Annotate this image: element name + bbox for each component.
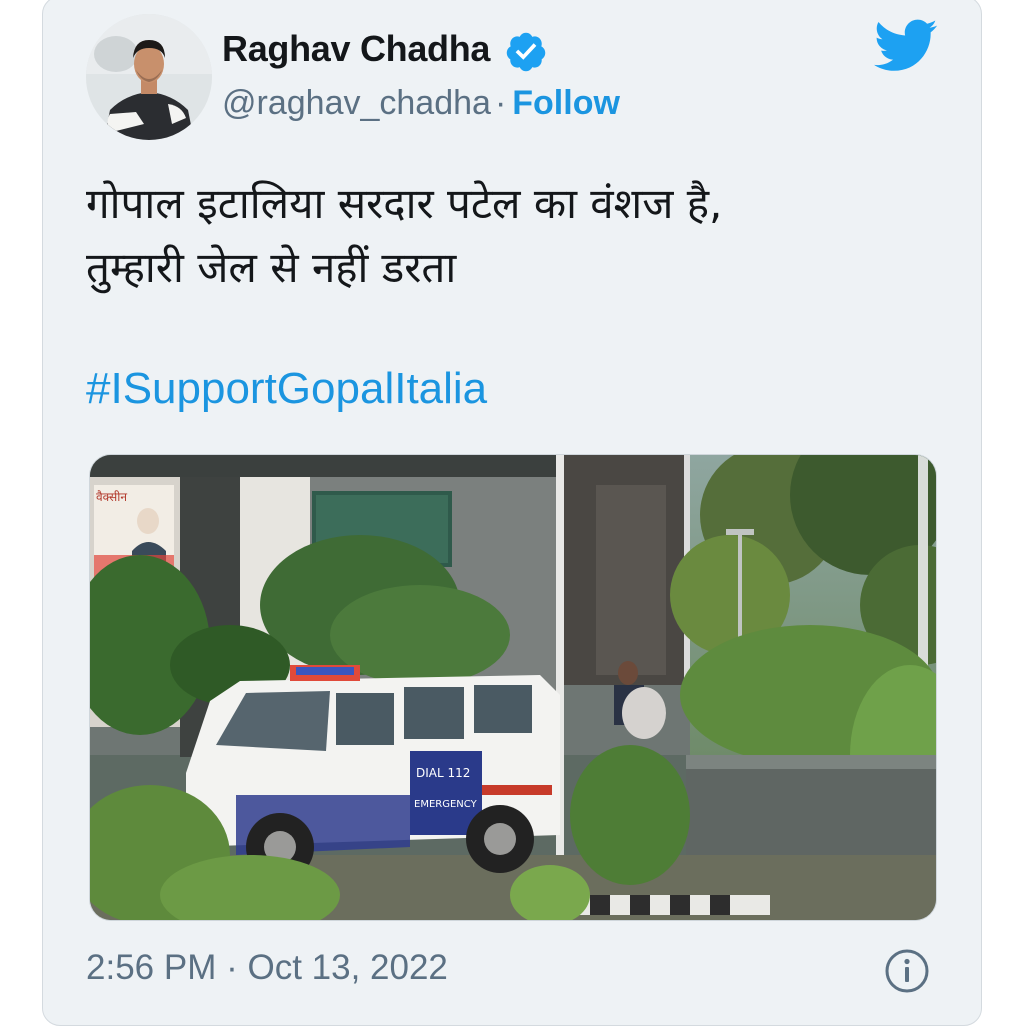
media-scene: वैक्सीन DIAL 112 EMERGENCY xyxy=(90,455,936,920)
author-name[interactable]: Raghav Chadha xyxy=(222,28,490,70)
author-handle[interactable]: @raghav_chadha xyxy=(222,84,491,122)
tweet-time: 2:56 PM xyxy=(86,948,217,987)
timestamp-separator: · xyxy=(226,948,238,987)
twitter-bird-icon[interactable] xyxy=(874,18,938,74)
author-avatar[interactable] xyxy=(86,14,212,140)
tweet-text: गोपाल इटालिया सरदार पटेल का वंशज है, तुम… xyxy=(86,172,946,300)
tweet-timestamp[interactable]: 2:56 PM · Oct 13, 2022 xyxy=(86,948,448,988)
info-icon[interactable] xyxy=(884,948,930,994)
vehicle-dial-text: DIAL 112 xyxy=(416,766,470,780)
hashtag-link[interactable]: #ISupportGopalItalia xyxy=(86,364,487,414)
avatar-image xyxy=(86,14,212,140)
tweet-date: Oct 13, 2022 xyxy=(247,948,448,987)
verified-badge-icon xyxy=(506,32,546,72)
tweet-text-line-1: गोपाल इटालिया सरदार पटेल का वंशज है, xyxy=(86,179,723,228)
follow-button[interactable]: Follow xyxy=(512,84,620,122)
handle-line: @raghav_chadha · Follow xyxy=(222,84,620,123)
handle-separator: · xyxy=(494,84,507,122)
vehicle-emergency-text: EMERGENCY xyxy=(414,799,478,810)
tweet-media-photo[interactable]: वैक्सीन DIAL 112 EMERGENCY xyxy=(89,454,937,921)
tweet-text-line-2: तुम्हारी जेल से नहीं डरता xyxy=(86,243,457,292)
svg-text:वैक्सीन: वैक्सीन xyxy=(96,490,127,504)
